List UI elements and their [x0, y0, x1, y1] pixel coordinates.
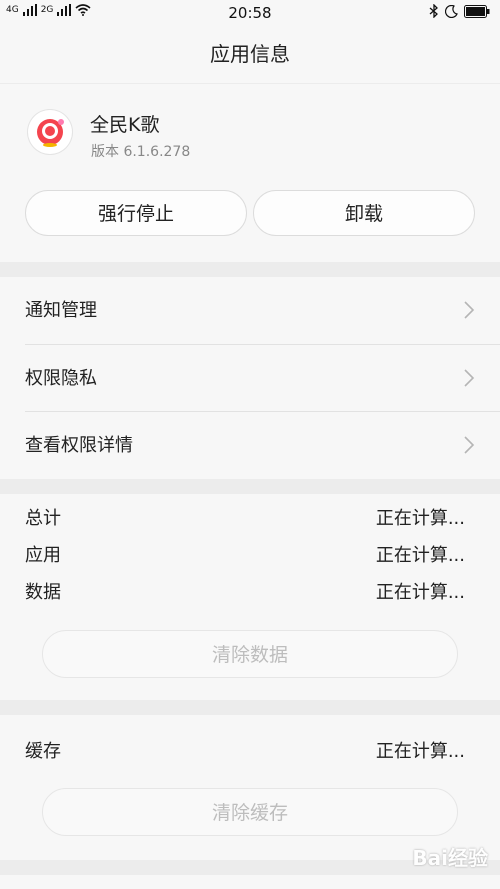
storage-row-app: 应用 正在计算... [25, 543, 475, 569]
storage-value: 正在计算... [375, 508, 465, 529]
karaoke-logo-icon [37, 119, 64, 147]
force-stop-button[interactable]: 强行停止 [25, 190, 247, 236]
settings-menu: 通知管理 权限隐私 查看权限详情 [0, 277, 500, 479]
watermark: Bai经验 [412, 846, 488, 870]
status-right [429, 4, 490, 18]
uninstall-button[interactable]: 卸载 [253, 190, 475, 236]
cache-row: 缓存 正在计算... [25, 739, 475, 765]
storage-row-data: 数据 正在计算... [25, 580, 475, 606]
cache-value: 正在计算... [375, 741, 465, 762]
battery-icon [464, 4, 490, 18]
clear-cache-button[interactable]: 清除缓存 [42, 788, 458, 836]
menu-item-label: 查看权限详情 [25, 435, 133, 456]
app-info-card: 全民K歌 版本 6.1.6.278 强行停止 卸载 [0, 84, 500, 262]
page-title: 应用信息 [0, 26, 500, 83]
app-icon [28, 110, 72, 154]
storage-row-total: 总计 正在计算... [25, 506, 475, 532]
status-bar: 4G 2G 20:58 [0, 0, 500, 26]
next-section [0, 875, 500, 889]
chevron-right-icon [464, 436, 475, 454]
storage-label: 应用 [25, 545, 61, 566]
storage-card: 总计 正在计算... 应用 正在计算... 数据 正在计算... 清除数据 [0, 494, 500, 700]
clock: 20:58 [228, 4, 272, 22]
menu-item-permission-details[interactable]: 查看权限详情 [0, 412, 500, 479]
menu-item-notification[interactable]: 通知管理 [0, 277, 500, 344]
storage-value: 正在计算... [375, 545, 465, 566]
bluetooth-icon [429, 4, 438, 18]
storage-label: 数据 [25, 582, 61, 603]
app-version: 版本 6.1.6.278 [91, 144, 191, 160]
clear-data-button[interactable]: 清除数据 [42, 630, 458, 678]
chevron-right-icon [464, 301, 475, 319]
chevron-right-icon [464, 369, 475, 387]
cache-label: 缓存 [25, 741, 61, 762]
menu-item-label: 权限隐私 [25, 368, 97, 389]
moon-icon [445, 4, 458, 18]
app-name: 全民K歌 [90, 114, 160, 136]
storage-label: 总计 [25, 508, 61, 529]
storage-value: 正在计算... [375, 582, 465, 603]
menu-item-permissions-privacy[interactable]: 权限隐私 [0, 345, 500, 412]
cache-card: 缓存 正在计算... 清除缓存 [0, 715, 500, 860]
menu-item-label: 通知管理 [25, 300, 97, 321]
